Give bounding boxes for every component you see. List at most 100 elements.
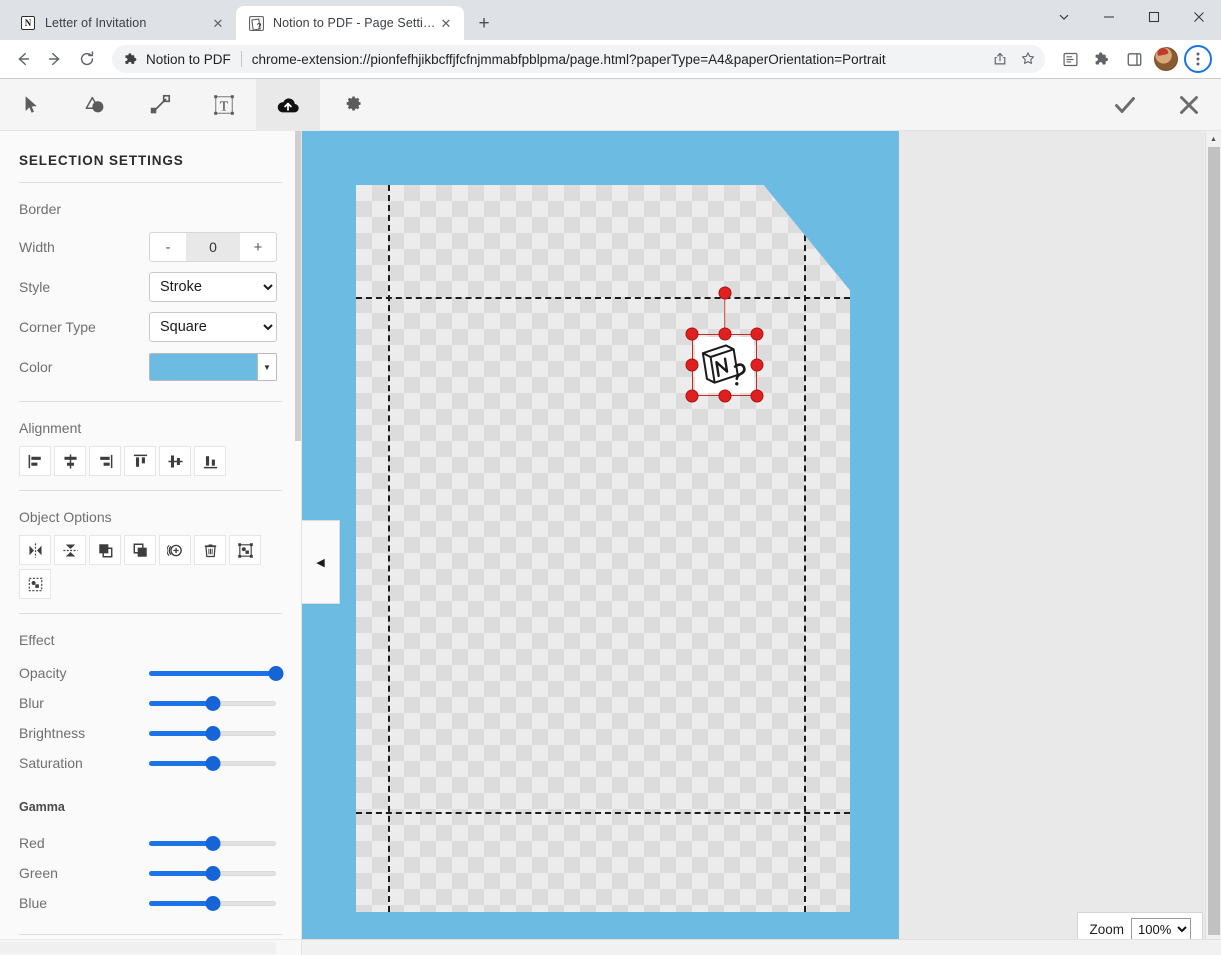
gamma-red-slider[interactable] bbox=[149, 835, 282, 851]
align-right-icon[interactable] bbox=[89, 446, 121, 476]
forward-button[interactable] bbox=[40, 44, 70, 74]
clone-icon[interactable] bbox=[159, 535, 191, 565]
border-width-value[interactable]: 0 bbox=[186, 233, 240, 261]
opacity-slider[interactable] bbox=[149, 665, 282, 681]
slider-knob[interactable] bbox=[205, 866, 220, 881]
rotation-handle[interactable] bbox=[718, 287, 731, 300]
new-tab-button[interactable]: + bbox=[470, 9, 498, 37]
align-middle-vertical-icon[interactable] bbox=[159, 446, 191, 476]
color-swatch[interactable] bbox=[150, 354, 257, 380]
back-button[interactable] bbox=[8, 44, 38, 74]
canvas-area[interactable]: ◀ Zoom 50%75%100%125%150%200% ▲ bbox=[302, 131, 1221, 955]
select-tool[interactable] bbox=[0, 79, 64, 131]
maximize-button[interactable] bbox=[1131, 0, 1176, 34]
canvas-vscroll-thumb[interactable] bbox=[1208, 147, 1220, 935]
border-style-select[interactable]: StrokeDashedDotted bbox=[149, 272, 277, 302]
cancel-button[interactable] bbox=[1157, 79, 1221, 131]
profile-avatar[interactable] bbox=[1151, 44, 1181, 74]
canvas-background[interactable] bbox=[302, 131, 899, 949]
border-color-picker[interactable]: ▼ bbox=[149, 353, 277, 381]
upload-tool[interactable] bbox=[256, 79, 320, 131]
shapes-tool[interactable] bbox=[64, 79, 128, 131]
browser-tab-letter-of-invitation[interactable]: N Letter of Invitation ✕ bbox=[8, 6, 236, 40]
tab-close-button[interactable]: ✕ bbox=[436, 13, 456, 33]
panel-vertical-scrollbar[interactable] bbox=[295, 131, 301, 955]
extensions-puzzle-icon[interactable] bbox=[1087, 44, 1117, 74]
extension-chip-label: Notion to PDF bbox=[146, 52, 231, 67]
extension-origin-chip[interactable]: Notion to PDF bbox=[124, 52, 231, 67]
chrome-menu-icon[interactable] bbox=[1183, 44, 1213, 74]
flip-horizontal-icon[interactable] bbox=[19, 535, 51, 565]
slider-knob[interactable] bbox=[205, 696, 220, 711]
slider-label: Saturation bbox=[19, 755, 149, 771]
page-artboard[interactable] bbox=[356, 185, 850, 912]
confirm-button[interactable] bbox=[1093, 79, 1157, 131]
notion-to-pdf-logo[interactable] bbox=[695, 337, 754, 393]
group-icon[interactable] bbox=[229, 535, 261, 565]
border-width-increment-button[interactable]: + bbox=[240, 233, 276, 261]
chevron-down-icon[interactable]: ▼ bbox=[257, 354, 276, 380]
canvas-vertical-scrollbar[interactable]: ▲ bbox=[1205, 131, 1221, 955]
reading-list-icon[interactable] bbox=[1055, 44, 1085, 74]
browser-tab-notion-to-pdf-page-settings[interactable]: Notion to PDF - Page Settings ✕ bbox=[236, 6, 464, 40]
tab-search-chevron-icon[interactable] bbox=[1041, 0, 1086, 34]
text-tool[interactable]: T bbox=[192, 79, 256, 131]
side-panel-icon[interactable] bbox=[1119, 44, 1149, 74]
scroll-up-arrow-icon[interactable]: ▲ bbox=[1206, 131, 1221, 147]
gear-icon bbox=[341, 93, 364, 116]
slider-knob[interactable] bbox=[205, 726, 220, 741]
minimize-button[interactable] bbox=[1086, 0, 1131, 34]
resize-handle-top-center[interactable] bbox=[718, 328, 731, 341]
collapse-panel-button[interactable]: ◀ bbox=[302, 520, 340, 604]
resize-handle-middle-right[interactable] bbox=[751, 359, 764, 372]
tab-close-button[interactable]: ✕ bbox=[208, 13, 228, 33]
share-icon[interactable] bbox=[987, 46, 1013, 72]
resize-handle-middle-left[interactable] bbox=[686, 359, 699, 372]
zoom-label: Zoom bbox=[1089, 922, 1124, 937]
margin-guide-left bbox=[388, 185, 390, 912]
margin-guide-bottom bbox=[356, 812, 850, 814]
border-color-label: Color bbox=[19, 359, 149, 375]
slider-knob[interactable] bbox=[205, 896, 220, 911]
border-width-decrement-button[interactable]: - bbox=[150, 233, 186, 261]
align-bottom-icon[interactable] bbox=[194, 446, 226, 476]
resize-handle-bottom-left[interactable] bbox=[686, 390, 699, 403]
settings-tool[interactable] bbox=[320, 79, 384, 131]
svg-text:T: T bbox=[220, 98, 229, 113]
corner-type-row: Corner Type SquareRoundBevel bbox=[19, 307, 282, 347]
panel-hscroll-thumb[interactable] bbox=[0, 942, 276, 954]
slider-knob[interactable] bbox=[205, 836, 220, 851]
reload-button[interactable] bbox=[72, 44, 102, 74]
path-tool[interactable] bbox=[128, 79, 192, 131]
brightness-slider[interactable] bbox=[149, 725, 282, 741]
saturation-slider[interactable] bbox=[149, 755, 282, 771]
ungroup-icon[interactable] bbox=[19, 569, 51, 599]
slider-knob[interactable] bbox=[205, 756, 220, 771]
close-window-button[interactable] bbox=[1176, 0, 1221, 34]
gamma-green-slider[interactable] bbox=[149, 865, 282, 881]
slider-row-blur: Blur bbox=[19, 688, 282, 718]
align-center-horizontal-icon[interactable] bbox=[54, 446, 86, 476]
bring-forward-icon[interactable] bbox=[89, 535, 121, 565]
resize-handle-top-right[interactable] bbox=[751, 328, 764, 341]
align-top-icon[interactable] bbox=[124, 446, 156, 476]
slider-knob[interactable] bbox=[269, 666, 284, 681]
address-bar[interactable]: Notion to PDF chrome-extension://pionfef… bbox=[112, 45, 1045, 73]
blur-slider[interactable] bbox=[149, 695, 282, 711]
align-left-icon[interactable] bbox=[19, 446, 51, 476]
selected-object[interactable] bbox=[692, 334, 757, 396]
flip-vertical-icon[interactable] bbox=[54, 535, 86, 565]
panel-scroll-thumb[interactable] bbox=[295, 131, 301, 441]
send-backward-icon[interactable] bbox=[124, 535, 156, 565]
corner-type-select[interactable]: SquareRoundBevel bbox=[149, 312, 277, 342]
canvas-horizontal-scrollbar[interactable] bbox=[302, 939, 1221, 955]
resize-handle-bottom-right[interactable] bbox=[751, 390, 764, 403]
zoom-select[interactable]: 50%75%100%125%150%200% bbox=[1131, 918, 1191, 940]
star-icon[interactable] bbox=[1015, 46, 1041, 72]
resize-handle-bottom-center[interactable] bbox=[718, 390, 731, 403]
panel-horizontal-scrollbar[interactable] bbox=[0, 939, 301, 955]
url-text[interactable]: chrome-extension://pionfefhjikbcffjfcfnj… bbox=[252, 52, 987, 67]
delete-icon[interactable] bbox=[194, 535, 226, 565]
gamma-blue-slider[interactable] bbox=[149, 895, 282, 911]
resize-handle-top-left[interactable] bbox=[686, 328, 699, 341]
